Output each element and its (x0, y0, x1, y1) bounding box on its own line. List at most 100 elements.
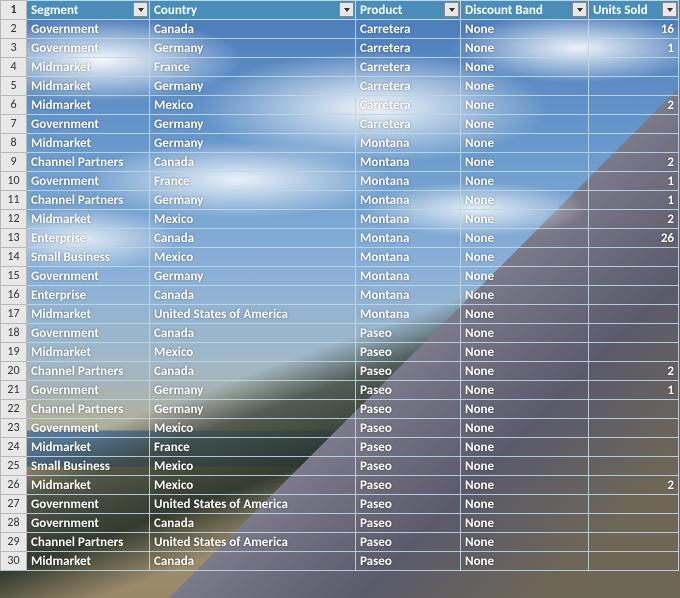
cell-country[interactable]: Germany (150, 381, 356, 400)
cell-disc[interactable]: None (461, 514, 589, 533)
cell-segment[interactable]: Government (27, 381, 150, 400)
cell-product[interactable]: Paseo (356, 381, 461, 400)
row-header[interactable]: 26 (1, 476, 27, 495)
cell-segment[interactable]: Small Business (27, 248, 150, 267)
cell-country[interactable]: Germany (150, 134, 356, 153)
cell-segment[interactable]: Midmarket (27, 343, 150, 362)
cell-disc[interactable]: None (461, 495, 589, 514)
row-header[interactable]: 18 (1, 324, 27, 343)
cell-product[interactable]: Carretera (356, 58, 461, 77)
cell-disc[interactable]: None (461, 58, 589, 77)
cell-units[interactable] (589, 134, 679, 153)
cell-product[interactable]: Montana (356, 229, 461, 248)
row-header[interactable]: 7 (1, 115, 27, 134)
col-header-segment[interactable]: Segment (27, 1, 150, 20)
cell-disc[interactable]: None (461, 229, 589, 248)
row-header[interactable]: 27 (1, 495, 27, 514)
cell-disc[interactable]: None (461, 191, 589, 210)
cell-disc[interactable]: None (461, 267, 589, 286)
filter-dropdown-icon[interactable] (339, 2, 354, 17)
row-header[interactable]: 3 (1, 39, 27, 58)
row-header[interactable]: 5 (1, 77, 27, 96)
cell-units[interactable] (589, 267, 679, 286)
cell-segment[interactable]: Government (27, 324, 150, 343)
cell-disc[interactable]: None (461, 457, 589, 476)
cell-segment[interactable]: Enterprise (27, 286, 150, 305)
cell-disc[interactable]: None (461, 172, 589, 191)
cell-units[interactable] (589, 457, 679, 476)
cell-country[interactable]: Canada (150, 552, 356, 571)
row-header[interactable]: 13 (1, 229, 27, 248)
cell-country[interactable]: Mexico (150, 457, 356, 476)
cell-segment[interactable]: Small Business (27, 457, 150, 476)
cell-segment[interactable]: Channel Partners (27, 533, 150, 552)
cell-segment[interactable]: Channel Partners (27, 400, 150, 419)
cell-country[interactable]: Germany (150, 267, 356, 286)
cell-segment[interactable]: Government (27, 20, 150, 39)
cell-product[interactable]: Montana (356, 248, 461, 267)
cell-segment[interactable]: Midmarket (27, 305, 150, 324)
cell-country[interactable]: Germany (150, 191, 356, 210)
row-header[interactable]: 28 (1, 514, 27, 533)
cell-units[interactable]: 2 (589, 153, 679, 172)
cell-units[interactable]: 16 (589, 20, 679, 39)
cell-product[interactable]: Montana (356, 267, 461, 286)
row-header[interactable]: 6 (1, 96, 27, 115)
cell-product[interactable]: Carretera (356, 39, 461, 58)
cell-product[interactable]: Paseo (356, 514, 461, 533)
cell-segment[interactable]: Midmarket (27, 96, 150, 115)
cell-product[interactable]: Paseo (356, 552, 461, 571)
cell-product[interactable]: Paseo (356, 324, 461, 343)
cell-units[interactable]: 1 (589, 172, 679, 191)
cell-product[interactable]: Paseo (356, 533, 461, 552)
cell-units[interactable] (589, 552, 679, 571)
cell-units[interactable] (589, 438, 679, 457)
cell-country[interactable]: Mexico (150, 419, 356, 438)
row-header[interactable]: 22 (1, 400, 27, 419)
cell-segment[interactable]: Midmarket (27, 77, 150, 96)
cell-product[interactable]: Carretera (356, 96, 461, 115)
cell-product[interactable]: Paseo (356, 476, 461, 495)
cell-segment[interactable]: Channel Partners (27, 362, 150, 381)
cell-disc[interactable]: None (461, 362, 589, 381)
cell-units[interactable] (589, 514, 679, 533)
cell-product[interactable]: Paseo (356, 495, 461, 514)
cell-country[interactable]: United States of America (150, 533, 356, 552)
cell-country[interactable]: Canada (150, 514, 356, 533)
col-header-discount-band[interactable]: Discount Band (461, 1, 589, 20)
cell-country[interactable]: Germany (150, 77, 356, 96)
cell-disc[interactable]: None (461, 286, 589, 305)
row-header[interactable]: 15 (1, 267, 27, 286)
cell-units[interactable]: 1 (589, 381, 679, 400)
cell-units[interactable] (589, 58, 679, 77)
cell-product[interactable]: Montana (356, 210, 461, 229)
cell-product[interactable]: Montana (356, 191, 461, 210)
row-header[interactable]: 23 (1, 419, 27, 438)
cell-country[interactable]: Canada (150, 362, 356, 381)
cell-product[interactable]: Paseo (356, 362, 461, 381)
cell-product[interactable]: Montana (356, 134, 461, 153)
cell-product[interactable]: Carretera (356, 115, 461, 134)
row-header[interactable]: 29 (1, 533, 27, 552)
cell-product[interactable]: Carretera (356, 77, 461, 96)
cell-disc[interactable]: None (461, 248, 589, 267)
cell-country[interactable]: Canada (150, 324, 356, 343)
cell-units[interactable]: 1 (589, 191, 679, 210)
cell-country[interactable]: Germany (150, 400, 356, 419)
cell-units[interactable] (589, 305, 679, 324)
cell-country[interactable]: Mexico (150, 476, 356, 495)
cell-country[interactable]: Mexico (150, 210, 356, 229)
cell-segment[interactable]: Government (27, 267, 150, 286)
cell-units[interactable]: 26 (589, 229, 679, 248)
cell-disc[interactable]: None (461, 20, 589, 39)
cell-segment[interactable]: Midmarket (27, 210, 150, 229)
cell-units[interactable] (589, 419, 679, 438)
cell-units[interactable] (589, 400, 679, 419)
col-header-country[interactable]: Country (150, 1, 356, 20)
cell-disc[interactable]: None (461, 343, 589, 362)
cell-segment[interactable]: Midmarket (27, 476, 150, 495)
cell-product[interactable]: Montana (356, 305, 461, 324)
cell-units[interactable]: 1 (589, 39, 679, 58)
cell-product[interactable]: Paseo (356, 457, 461, 476)
cell-units[interactable] (589, 343, 679, 362)
